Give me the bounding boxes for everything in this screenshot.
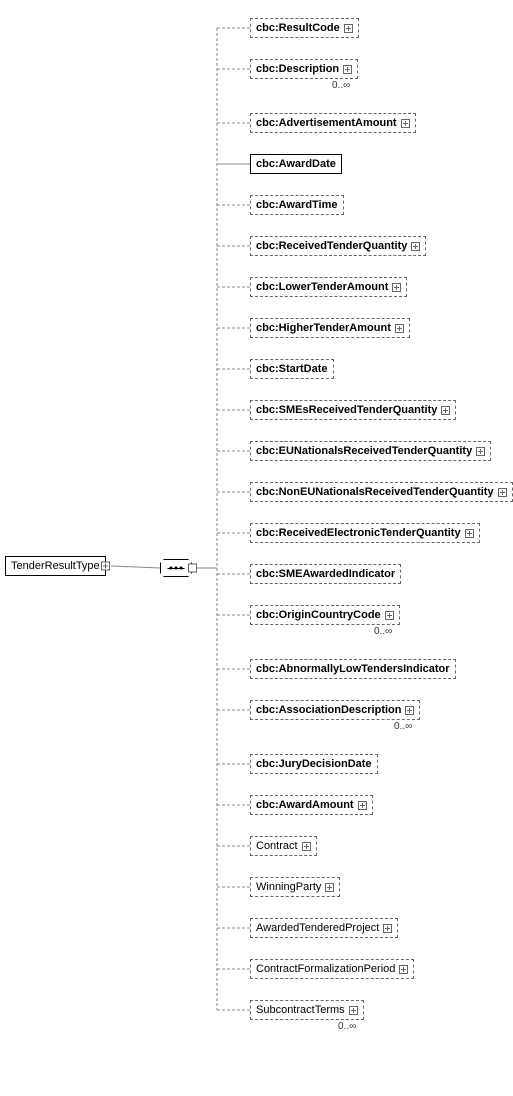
expand-icon[interactable]: [385, 611, 394, 620]
node-label: cbc:SMEAwardedIndicator: [256, 568, 395, 580]
expand-icon[interactable]: [383, 924, 392, 933]
child-node[interactable]: cbc:NonEUNationalsReceivedTenderQuantity: [250, 482, 513, 502]
child-node[interactable]: cbc:LowerTenderAmount: [250, 277, 407, 297]
expand-icon[interactable]: [188, 564, 197, 573]
expand-icon[interactable]: [399, 965, 408, 974]
node-label: cbc:AwardDate: [256, 158, 336, 170]
node-label: cbc:ReceivedTenderQuantity: [256, 240, 407, 252]
child-node[interactable]: cbc:AssociationDescription: [250, 700, 420, 720]
child-node[interactable]: cbc:SMEsReceivedTenderQuantity: [250, 400, 456, 420]
root-node[interactable]: TenderResultType: [5, 556, 106, 576]
node-label: SubcontractTerms: [256, 1004, 345, 1016]
child-node[interactable]: cbc:AdvertisementAmount: [250, 113, 416, 133]
child-node[interactable]: cbc:HigherTenderAmount: [250, 318, 410, 338]
child-node[interactable]: Contract: [250, 836, 317, 856]
node-label: cbc:AwardTime: [256, 199, 338, 211]
node-label: cbc:ReceivedElectronicTenderQuantity: [256, 527, 461, 539]
child-node[interactable]: WinningParty: [250, 877, 340, 897]
cardinality-label: 0..∞: [338, 1021, 356, 1032]
child-node[interactable]: cbc:EUNationalsReceivedTenderQuantity: [250, 441, 491, 461]
node-label: cbc:Description: [256, 63, 339, 75]
node-label: cbc:EUNationalsReceivedTenderQuantity: [256, 445, 472, 457]
expand-icon[interactable]: [498, 488, 507, 497]
node-label: Contract: [256, 840, 298, 852]
cardinality-label: 0..∞: [394, 721, 412, 732]
child-node[interactable]: cbc:ReceivedTenderQuantity: [250, 236, 426, 256]
child-node[interactable]: cbc:Description: [250, 59, 358, 79]
cardinality-label: 0..∞: [332, 80, 350, 91]
node-label: cbc:OriginCountryCode: [256, 609, 381, 621]
node-label: TenderResultType: [11, 560, 100, 572]
expand-icon[interactable]: [358, 801, 367, 810]
child-node[interactable]: SubcontractTerms: [250, 1000, 364, 1020]
expand-icon[interactable]: [441, 406, 450, 415]
child-node[interactable]: cbc:ResultCode: [250, 18, 359, 38]
expand-icon[interactable]: [101, 562, 110, 571]
node-label: cbc:AssociationDescription: [256, 704, 401, 716]
expand-icon[interactable]: [302, 842, 311, 851]
child-node[interactable]: cbc:AwardDate: [250, 154, 342, 174]
child-node[interactable]: ContractFormalizationPeriod: [250, 959, 414, 979]
expand-icon[interactable]: [325, 883, 334, 892]
child-node[interactable]: cbc:StartDate: [250, 359, 334, 379]
node-label: AwardedTenderedProject: [256, 922, 379, 934]
child-node[interactable]: AwardedTenderedProject: [250, 918, 398, 938]
child-node[interactable]: cbc:AbnormallyLowTendersIndicator: [250, 659, 456, 679]
expand-icon[interactable]: [395, 324, 404, 333]
expand-icon[interactable]: [344, 24, 353, 33]
node-label: cbc:HigherTenderAmount: [256, 322, 391, 334]
node-label: cbc:JuryDecisionDate: [256, 758, 372, 770]
child-node[interactable]: cbc:JuryDecisionDate: [250, 754, 378, 774]
child-node[interactable]: cbc:OriginCountryCode: [250, 605, 400, 625]
expand-icon[interactable]: [411, 242, 420, 251]
expand-icon[interactable]: [349, 1006, 358, 1015]
node-label: cbc:AwardAmount: [256, 799, 354, 811]
node-label: cbc:LowerTenderAmount: [256, 281, 388, 293]
child-node[interactable]: cbc:AwardAmount: [250, 795, 373, 815]
node-label: ContractFormalizationPeriod: [256, 963, 395, 975]
expand-icon[interactable]: [343, 65, 352, 74]
expand-icon[interactable]: [401, 119, 410, 128]
node-label: cbc:AdvertisementAmount: [256, 117, 397, 129]
node-label: cbc:AbnormallyLowTendersIndicator: [256, 663, 450, 675]
child-node[interactable]: cbc:SMEAwardedIndicator: [250, 564, 401, 584]
child-node[interactable]: cbc:ReceivedElectronicTenderQuantity: [250, 523, 480, 543]
node-label: cbc:SMEsReceivedTenderQuantity: [256, 404, 437, 416]
child-node[interactable]: cbc:AwardTime: [250, 195, 344, 215]
node-label: cbc:NonEUNationalsReceivedTenderQuantity: [256, 486, 494, 498]
expand-icon[interactable]: [392, 283, 401, 292]
expand-icon[interactable]: [405, 706, 414, 715]
expand-icon[interactable]: [476, 447, 485, 456]
node-label: cbc:StartDate: [256, 363, 328, 375]
cardinality-label: 0..∞: [374, 626, 392, 637]
node-label: cbc:ResultCode: [256, 22, 340, 34]
expand-icon[interactable]: [465, 529, 474, 538]
node-label: WinningParty: [256, 881, 321, 893]
sequence-compositor[interactable]: [160, 559, 192, 577]
